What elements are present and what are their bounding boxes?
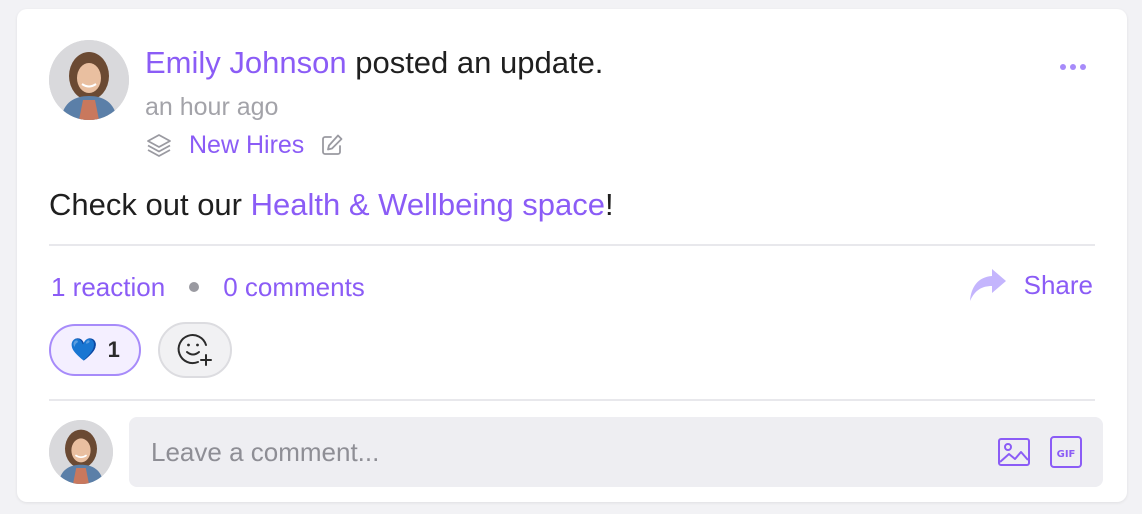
current-user-avatar (49, 420, 113, 484)
add-emoji-icon (177, 334, 212, 366)
share-arrow-icon (969, 269, 1006, 301)
divider (49, 244, 1095, 246)
author-name-link[interactable]: Emily Johnson (145, 45, 347, 80)
svg-text:GIF: GIF (1057, 449, 1076, 460)
divider (49, 399, 1095, 401)
edit-icon[interactable] (320, 133, 344, 157)
post-body-suffix: ! (605, 187, 614, 222)
activity-post-card: Emily Johnson posted an update. an hour … (17, 9, 1127, 502)
space-name-link[interactable]: New Hires (189, 131, 304, 160)
post-header: Emily Johnson posted an update. (145, 43, 603, 83)
more-horizontal-icon (1060, 64, 1086, 70)
share-label: Share (1023, 269, 1093, 300)
more-options-button[interactable] (1053, 53, 1093, 81)
add-reaction-button[interactable] (158, 322, 232, 378)
share-button[interactable]: Share (968, 265, 1093, 305)
space-row: New Hires (145, 129, 344, 161)
post-action-text: posted an update. (346, 45, 604, 80)
blue-heart-icon: 💙 (70, 337, 98, 362)
image-icon[interactable] (997, 435, 1031, 469)
reaction-count: 1 (107, 337, 120, 362)
reactions-count-link[interactable]: 1 reaction (51, 272, 165, 303)
layers-icon (147, 134, 171, 157)
separator-dot (189, 282, 200, 292)
comment-input[interactable] (129, 417, 949, 487)
gif-icon[interactable]: GIF (1049, 435, 1083, 469)
post-body: Check out our Health & Wellbeing space! (49, 185, 614, 225)
author-avatar[interactable] (49, 40, 129, 120)
post-stats: 1 reaction 0 comments (51, 267, 365, 307)
post-body-text: Check out our (49, 187, 251, 222)
comment-composer: GIF (129, 417, 1103, 487)
comments-count-link[interactable]: 0 comments (223, 272, 365, 303)
reaction-chip[interactable]: 💙 1 (49, 324, 141, 376)
space-mention-link[interactable]: Health & Wellbeing space (251, 187, 605, 222)
post-timestamp[interactable]: an hour ago (145, 91, 278, 123)
